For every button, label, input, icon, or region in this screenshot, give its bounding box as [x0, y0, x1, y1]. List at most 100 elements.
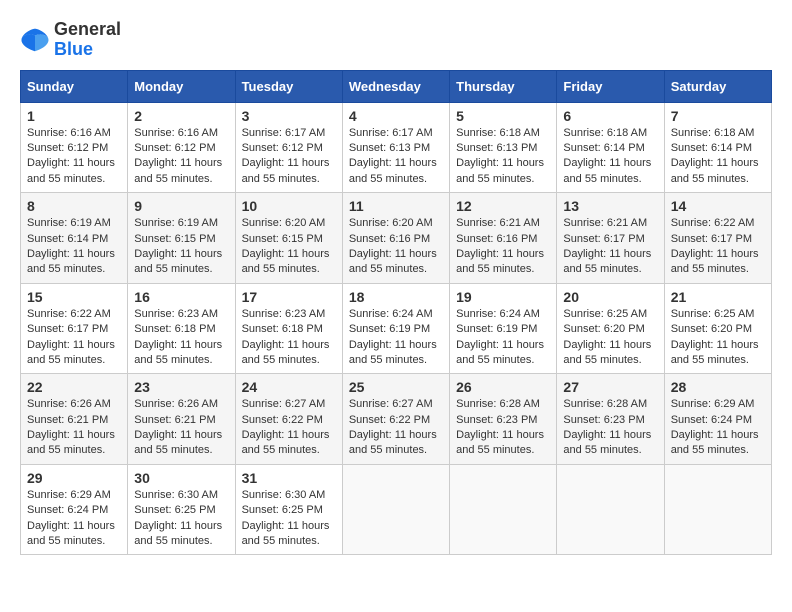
- calendar-cell: 24 Sunrise: 6:27 AM Sunset: 6:22 PM Dayl…: [235, 374, 342, 465]
- sunrise-label: Sunrise: 6:27 AM: [242, 398, 326, 410]
- daylight-label: Daylight: 11 hours and 55 minutes.: [242, 339, 330, 366]
- sunrise-label: Sunrise: 6:25 AM: [563, 308, 647, 320]
- day-number: 31: [242, 470, 336, 486]
- sunrise-label: Sunrise: 6:20 AM: [349, 217, 433, 229]
- calendar-cell: 28 Sunrise: 6:29 AM Sunset: 6:24 PM Dayl…: [664, 374, 771, 465]
- cell-content: Sunrise: 6:22 AM Sunset: 6:17 PM Dayligh…: [671, 216, 765, 278]
- sunrise-label: Sunrise: 6:28 AM: [456, 398, 540, 410]
- calendar-cell: 1 Sunrise: 6:16 AM Sunset: 6:12 PM Dayli…: [21, 102, 128, 193]
- day-number: 18: [349, 289, 443, 305]
- daylight-label: Daylight: 11 hours and 55 minutes.: [27, 339, 115, 366]
- day-number: 28: [671, 379, 765, 395]
- calendar-cell: 27 Sunrise: 6:28 AM Sunset: 6:23 PM Dayl…: [557, 374, 664, 465]
- day-number: 21: [671, 289, 765, 305]
- sunrise-label: Sunrise: 6:24 AM: [456, 308, 540, 320]
- sunrise-label: Sunrise: 6:17 AM: [349, 127, 433, 139]
- daylight-label: Daylight: 11 hours and 55 minutes.: [242, 520, 330, 547]
- cell-content: Sunrise: 6:16 AM Sunset: 6:12 PM Dayligh…: [27, 126, 121, 188]
- daylight-label: Daylight: 11 hours and 55 minutes.: [456, 157, 544, 184]
- cell-content: Sunrise: 6:17 AM Sunset: 6:12 PM Dayligh…: [242, 126, 336, 188]
- sunset-label: Sunset: 6:17 PM: [563, 233, 644, 245]
- sunset-label: Sunset: 6:24 PM: [27, 504, 108, 516]
- daylight-label: Daylight: 11 hours and 55 minutes.: [671, 157, 759, 184]
- cell-content: Sunrise: 6:20 AM Sunset: 6:15 PM Dayligh…: [242, 216, 336, 278]
- daylight-label: Daylight: 11 hours and 55 minutes.: [349, 429, 437, 456]
- sunrise-label: Sunrise: 6:23 AM: [134, 308, 218, 320]
- sunrise-label: Sunrise: 6:20 AM: [242, 217, 326, 229]
- logo-blue: Blue: [54, 40, 121, 60]
- day-number: 24: [242, 379, 336, 395]
- calendar-cell: 30 Sunrise: 6:30 AM Sunset: 6:25 PM Dayl…: [128, 464, 235, 555]
- day-number: 7: [671, 108, 765, 124]
- calendar-cell: 10 Sunrise: 6:20 AM Sunset: 6:15 PM Dayl…: [235, 193, 342, 284]
- calendar-cell: 7 Sunrise: 6:18 AM Sunset: 6:14 PM Dayli…: [664, 102, 771, 193]
- day-number: 26: [456, 379, 550, 395]
- sunrise-label: Sunrise: 6:16 AM: [27, 127, 111, 139]
- sunrise-label: Sunrise: 6:27 AM: [349, 398, 433, 410]
- sunset-label: Sunset: 6:14 PM: [27, 233, 108, 245]
- calendar-cell: 21 Sunrise: 6:25 AM Sunset: 6:20 PM Dayl…: [664, 283, 771, 374]
- daylight-label: Daylight: 11 hours and 55 minutes.: [456, 339, 544, 366]
- day-number: 27: [563, 379, 657, 395]
- daylight-label: Daylight: 11 hours and 55 minutes.: [349, 157, 437, 184]
- sunrise-label: Sunrise: 6:30 AM: [134, 489, 218, 501]
- cell-content: Sunrise: 6:23 AM Sunset: 6:18 PM Dayligh…: [134, 307, 228, 369]
- daylight-label: Daylight: 11 hours and 55 minutes.: [27, 520, 115, 547]
- cell-content: Sunrise: 6:25 AM Sunset: 6:20 PM Dayligh…: [671, 307, 765, 369]
- daylight-label: Daylight: 11 hours and 55 minutes.: [134, 157, 222, 184]
- sunset-label: Sunset: 6:25 PM: [134, 504, 215, 516]
- cell-content: Sunrise: 6:27 AM Sunset: 6:22 PM Dayligh…: [242, 397, 336, 459]
- sunset-label: Sunset: 6:20 PM: [563, 323, 644, 335]
- daylight-label: Daylight: 11 hours and 55 minutes.: [349, 248, 437, 275]
- cell-content: Sunrise: 6:26 AM Sunset: 6:21 PM Dayligh…: [27, 397, 121, 459]
- page-header: General Blue: [20, 20, 772, 60]
- sunset-label: Sunset: 6:17 PM: [671, 233, 752, 245]
- day-number: 1: [27, 108, 121, 124]
- day-number: 12: [456, 198, 550, 214]
- sunrise-label: Sunrise: 6:21 AM: [456, 217, 540, 229]
- sunrise-label: Sunrise: 6:21 AM: [563, 217, 647, 229]
- day-number: 13: [563, 198, 657, 214]
- cell-content: Sunrise: 6:18 AM Sunset: 6:14 PM Dayligh…: [563, 126, 657, 188]
- sunrise-label: Sunrise: 6:26 AM: [134, 398, 218, 410]
- sunset-label: Sunset: 6:15 PM: [242, 233, 323, 245]
- weekday-header-wednesday: Wednesday: [342, 70, 449, 102]
- calendar-cell: 26 Sunrise: 6:28 AM Sunset: 6:23 PM Dayl…: [450, 374, 557, 465]
- weekday-header-tuesday: Tuesday: [235, 70, 342, 102]
- daylight-label: Daylight: 11 hours and 55 minutes.: [671, 248, 759, 275]
- calendar-week-1: 1 Sunrise: 6:16 AM Sunset: 6:12 PM Dayli…: [21, 102, 772, 193]
- sunset-label: Sunset: 6:19 PM: [349, 323, 430, 335]
- sunrise-label: Sunrise: 6:18 AM: [671, 127, 755, 139]
- sunset-label: Sunset: 6:13 PM: [456, 142, 537, 154]
- calendar-cell: 13 Sunrise: 6:21 AM Sunset: 6:17 PM Dayl…: [557, 193, 664, 284]
- day-number: 23: [134, 379, 228, 395]
- day-number: 17: [242, 289, 336, 305]
- day-number: 11: [349, 198, 443, 214]
- cell-content: Sunrise: 6:18 AM Sunset: 6:14 PM Dayligh…: [671, 126, 765, 188]
- calendar-cell: 3 Sunrise: 6:17 AM Sunset: 6:12 PM Dayli…: [235, 102, 342, 193]
- sunrise-label: Sunrise: 6:24 AM: [349, 308, 433, 320]
- calendar-cell: 5 Sunrise: 6:18 AM Sunset: 6:13 PM Dayli…: [450, 102, 557, 193]
- weekday-header-monday: Monday: [128, 70, 235, 102]
- calendar-cell: 12 Sunrise: 6:21 AM Sunset: 6:16 PM Dayl…: [450, 193, 557, 284]
- cell-content: Sunrise: 6:18 AM Sunset: 6:13 PM Dayligh…: [456, 126, 550, 188]
- cell-content: Sunrise: 6:17 AM Sunset: 6:13 PM Dayligh…: [349, 126, 443, 188]
- day-number: 30: [134, 470, 228, 486]
- weekday-header-row: SundayMondayTuesdayWednesdayThursdayFrid…: [21, 70, 772, 102]
- calendar-table: SundayMondayTuesdayWednesdayThursdayFrid…: [20, 70, 772, 556]
- sunrise-label: Sunrise: 6:28 AM: [563, 398, 647, 410]
- calendar-cell: [450, 464, 557, 555]
- sunrise-label: Sunrise: 6:23 AM: [242, 308, 326, 320]
- cell-content: Sunrise: 6:30 AM Sunset: 6:25 PM Dayligh…: [134, 488, 228, 550]
- weekday-header-sunday: Sunday: [21, 70, 128, 102]
- calendar-cell: 29 Sunrise: 6:29 AM Sunset: 6:24 PM Dayl…: [21, 464, 128, 555]
- daylight-label: Daylight: 11 hours and 55 minutes.: [563, 339, 651, 366]
- logo: General Blue: [20, 20, 121, 60]
- calendar-cell: 19 Sunrise: 6:24 AM Sunset: 6:19 PM Dayl…: [450, 283, 557, 374]
- sunset-label: Sunset: 6:25 PM: [242, 504, 323, 516]
- sunrise-label: Sunrise: 6:17 AM: [242, 127, 326, 139]
- daylight-label: Daylight: 11 hours and 55 minutes.: [242, 429, 330, 456]
- calendar-cell: 22 Sunrise: 6:26 AM Sunset: 6:21 PM Dayl…: [21, 374, 128, 465]
- cell-content: Sunrise: 6:29 AM Sunset: 6:24 PM Dayligh…: [27, 488, 121, 550]
- day-number: 25: [349, 379, 443, 395]
